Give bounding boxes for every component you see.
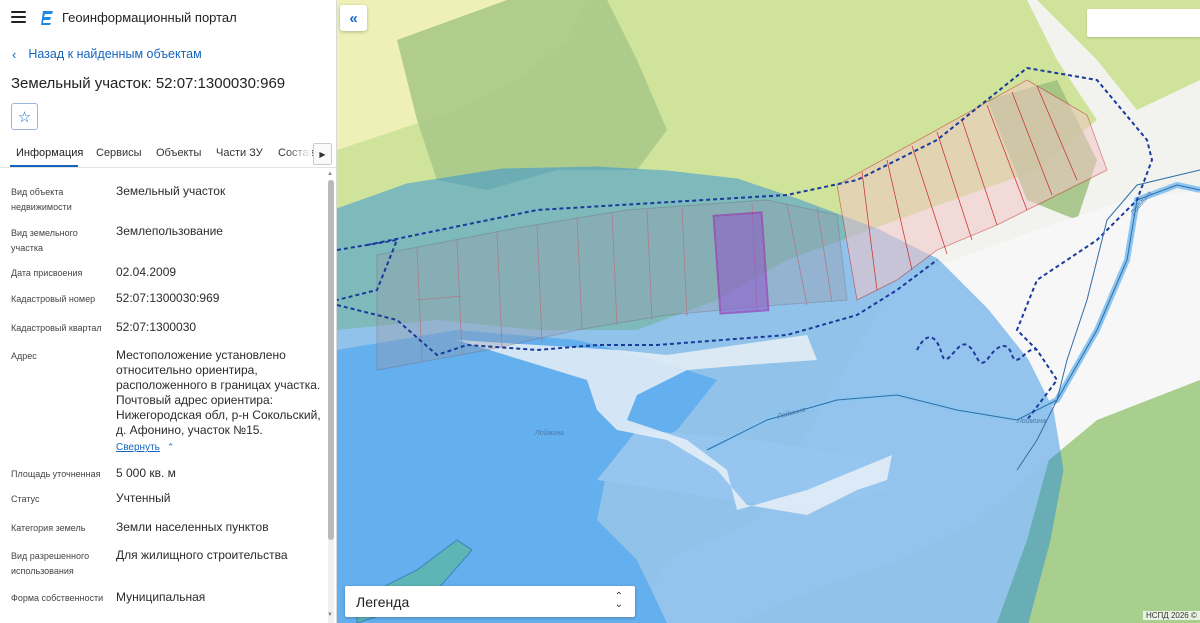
prop-label-address: Адрес (11, 351, 37, 361)
panel-scrollbar-thumb[interactable] (328, 180, 334, 540)
app-title: Геоинформационный портал (62, 10, 237, 25)
chevron-up-icon: ⌃ (166, 442, 175, 452)
prop-label-parcel-type: Вид земельного участка (11, 228, 78, 253)
prop-label-object-type: Вид объекта недвижимости (11, 187, 72, 212)
prop-label-area: Площадь уточненная (11, 469, 101, 479)
prop-value-ownership: Муниципальная (116, 590, 206, 604)
prop-label-land-category: Категория земель (11, 523, 86, 533)
hamburger-icon[interactable] (11, 11, 26, 23)
prop-value-land-category: Земли населенных пунктов (116, 520, 269, 534)
prop-value-object-type: Земельный участок (116, 184, 226, 198)
properties-list: Вид объекта недвижимости Земельный участ… (0, 168, 327, 623)
tab-parts[interactable]: Части ЗУ (216, 147, 263, 159)
prop-value-parcel-type: Землепользование (116, 224, 223, 238)
chevron-left-icon: ‹ (12, 46, 17, 62)
back-link-label: Назад к найденным объектам (28, 47, 202, 61)
prop-value-permitted-use: Для жилищного строительства (116, 548, 288, 562)
legend-label: Легенда (356, 593, 410, 610)
prop-value-cadastral-number: 52:07:1300030:969 (116, 291, 220, 305)
map-view[interactable]: Лоймина Лоймина Лоймина Лоймина (337, 0, 1200, 623)
river-label: Лоймина (1017, 418, 1047, 425)
active-tab-indicator (10, 165, 78, 167)
scroll-down-arrow-icon[interactable]: ▼ (327, 612, 333, 618)
tab-information[interactable]: Информация (16, 147, 83, 159)
prop-value-cadastral-quarter: 52:07:1300030 (116, 320, 197, 334)
prop-label-cadastral-number: Кадастровый номер (11, 294, 96, 304)
prop-label-permitted-use: Вид разрешенного использования (11, 551, 90, 576)
tab-objects[interactable]: Объекты (156, 147, 201, 159)
top-bar: Геоинформационный портал (0, 0, 336, 36)
collapse-panel-button[interactable]: « (340, 5, 367, 31)
prop-label-ownership: Форма собственности (11, 593, 104, 603)
collapse-link-label: Свернуть (116, 442, 160, 453)
up-down-arrows-icon: ⌃ ⌄ (614, 591, 623, 610)
back-to-results-link[interactable]: ‹ Назад к найденным объектам (12, 47, 202, 61)
prop-label-cadastral-quarter: Кадастровый квартал (11, 323, 102, 333)
double-chevron-left-icon: « (349, 9, 358, 27)
star-icon: ☆ (17, 108, 32, 126)
prop-label-status: Статус (11, 494, 40, 504)
legend-dropdown[interactable]: Легенда ⌃ ⌄ (345, 586, 635, 617)
portal-logo-icon (41, 11, 53, 25)
tab-scroll-right-button[interactable]: ▶ (313, 143, 332, 165)
prop-label-date: Дата присвоения (11, 268, 83, 278)
prop-value-date: 02.04.2009 (116, 265, 177, 279)
favorite-button[interactable]: ☆ (11, 103, 38, 130)
info-panel: Геоинформационный портал ‹ Назад к найде… (0, 0, 337, 623)
chevron-right-icon: ▶ (319, 149, 326, 159)
selected-parcel[interactable] (712, 211, 770, 315)
collapse-address-link[interactable]: Свернуть ⌃ (116, 442, 174, 453)
tab-fade (286, 141, 312, 167)
prop-value-area: 5 000 кв. м (116, 466, 176, 480)
map-search-input[interactable] (1087, 9, 1200, 37)
scroll-up-arrow-icon[interactable]: ▲ (327, 171, 333, 177)
map-canvas[interactable] (337, 0, 1200, 623)
prop-value-status: Учтенный (116, 491, 171, 505)
page-title: Земельный участок: 52:07:1300030:969 (11, 75, 286, 92)
river-label: Лоймина (535, 430, 565, 437)
prop-value-address: Местоположение установлено относительно … (116, 348, 321, 437)
map-attribution: НСПД 2026 © (1143, 611, 1200, 620)
tab-services[interactable]: Сервисы (96, 147, 142, 159)
